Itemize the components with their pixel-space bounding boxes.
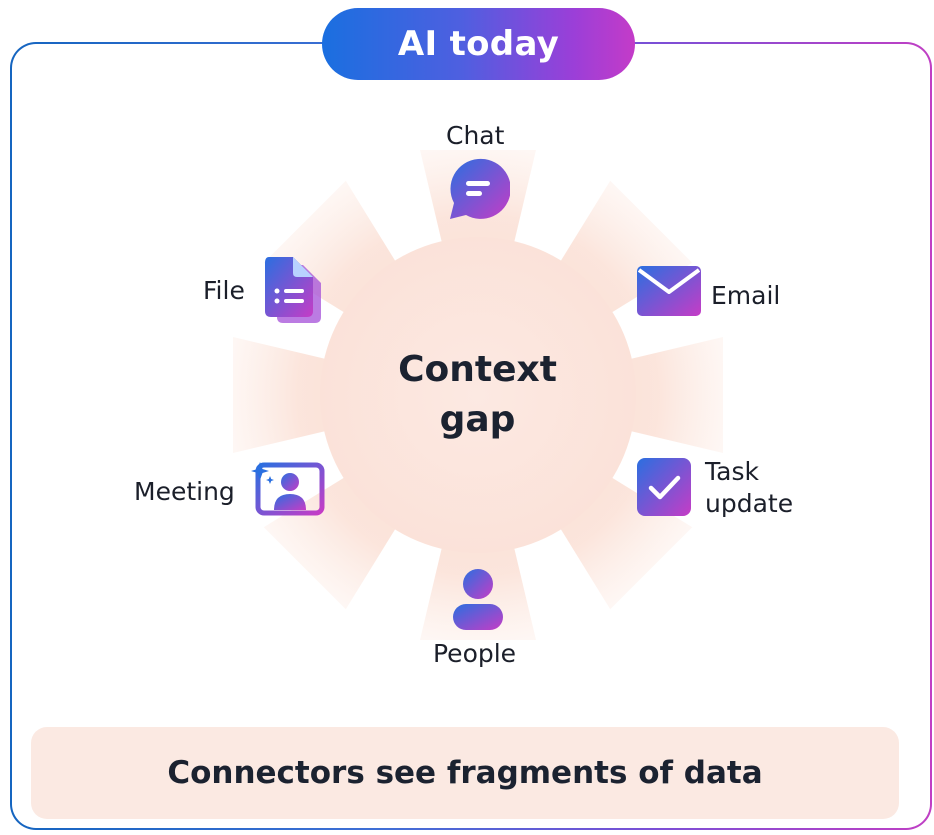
footer-caption-box: Connectors see fragments of data xyxy=(31,727,899,819)
email-label: Email xyxy=(711,281,781,310)
meeting-icon xyxy=(251,462,325,516)
task-label-line-2: update xyxy=(705,489,794,518)
task-check-icon xyxy=(637,458,691,516)
task-update-label: Task update xyxy=(705,456,793,520)
footer-caption: Connectors see fragments of data xyxy=(167,755,763,791)
center-line-2: gap xyxy=(439,399,516,440)
email-icon xyxy=(637,266,701,316)
chat-icon xyxy=(450,158,510,219)
file-icon xyxy=(265,257,321,323)
person-icon xyxy=(453,569,503,630)
file-label: File xyxy=(203,276,245,305)
people-label: People xyxy=(433,639,517,668)
center-line-1: Context xyxy=(398,349,557,390)
task-label-line-1: Task xyxy=(705,457,759,486)
context-gap-label: Context gap xyxy=(370,345,585,445)
chat-label: Chat xyxy=(446,121,505,150)
meeting-label: Meeting xyxy=(134,477,235,506)
